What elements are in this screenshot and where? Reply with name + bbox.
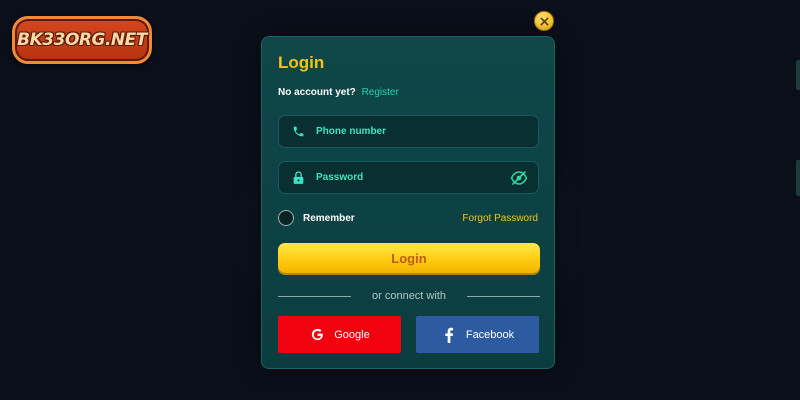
no-account-text: No account yet?: [278, 87, 356, 98]
google-button-label: Google: [334, 328, 370, 341]
eye-slash-icon[interactable]: [510, 170, 528, 186]
side-tab-edge: [796, 60, 800, 90]
password-field[interactable]: [278, 161, 539, 194]
register-link[interactable]: Register: [362, 87, 399, 98]
modal-title: Login: [278, 53, 325, 72]
close-button[interactable]: [534, 11, 554, 31]
google-icon: [309, 327, 325, 343]
brand-logo-text: BK33ORG.NET: [17, 30, 147, 50]
facebook-login-button[interactable]: Facebook: [416, 316, 539, 353]
divider-line: [278, 295, 351, 297]
login-modal: Login No account yet? Register Phone num…: [261, 36, 555, 369]
remember-checkbox[interactable]: Remember: [278, 210, 355, 226]
phone-field[interactable]: [278, 115, 539, 148]
connect-divider: or connect with: [278, 289, 540, 303]
side-tab-edge: [796, 160, 800, 196]
phone-input[interactable]: [316, 126, 506, 137]
forgot-password-link[interactable]: Forgot Password: [462, 213, 538, 224]
facebook-icon: [441, 327, 457, 343]
lock-icon: [290, 170, 306, 186]
brand-logo[interactable]: BK33ORG.NET: [12, 16, 152, 64]
divider-line: [466, 295, 540, 297]
account-prompt: No account yet? Register: [278, 87, 399, 98]
facebook-button-label: Facebook: [465, 328, 515, 341]
divider-text: or connect with: [372, 290, 446, 302]
phone-icon: [290, 124, 306, 140]
google-login-button[interactable]: Google: [278, 316, 401, 353]
remember-label: Remember: [303, 212, 355, 224]
remember-radio[interactable]: [278, 210, 294, 226]
password-input[interactable]: [316, 172, 506, 183]
close-icon: [540, 17, 548, 25]
login-button[interactable]: Login: [278, 243, 540, 273]
